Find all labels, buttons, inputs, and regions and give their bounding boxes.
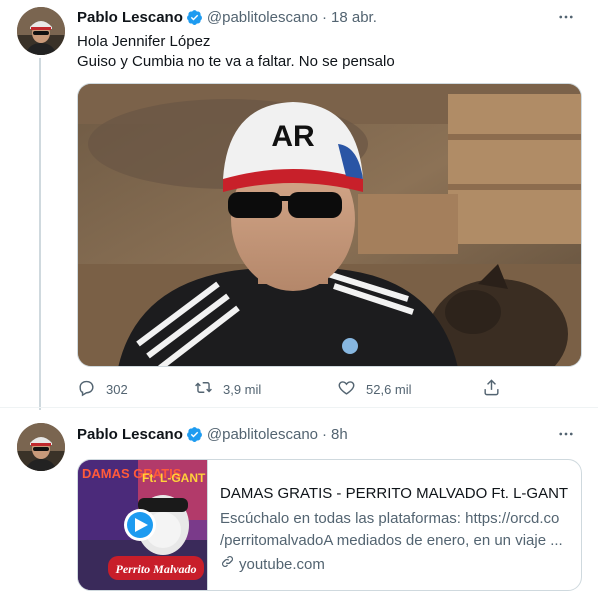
card-description-line: /perritomalvadoA mediados de enero, en u… <box>220 532 563 549</box>
tweet-timestamp[interactable]: 18 abr. <box>331 9 377 26</box>
author-handle[interactable]: @pablitolescano <box>207 426 318 443</box>
author-name[interactable]: Pablo Lescano <box>77 426 183 443</box>
like-button[interactable]: 52,6 mil <box>337 376 412 402</box>
thumb-banner-text: Perrito Malvado <box>116 562 197 576</box>
verified-badge-icon <box>186 9 203 26</box>
link-preview-card[interactable]: DAMAS GRATIS Ft. L-GANT Perrito Malvado … <box>77 459 582 591</box>
tweet-text: Hola Jennifer López Guiso y Cumbia no te… <box>77 32 395 72</box>
tweet-header: Pablo Lescano @pablitolescano · 18 abr. <box>77 7 578 27</box>
thumb-text-right: Ft. L-GANT <box>142 471 206 485</box>
reply-count: 302 <box>106 381 128 397</box>
card-description-line: Escúchalo en todas las plataformas: http… <box>220 510 560 527</box>
separator-dot: · <box>322 425 328 443</box>
separator-dot: · <box>322 8 328 26</box>
heart-icon <box>337 378 356 400</box>
avatar[interactable] <box>17 423 65 471</box>
tweet[interactable]: Pablo Lescano @pablitolescano · 18 abr. … <box>0 0 598 405</box>
card-description: Escúchalo en todas las plataformas: http… <box>220 508 569 552</box>
tweet[interactable]: Pablo Lescano @pablitolescano · 8h DAMAS… <box>0 410 598 595</box>
card-title[interactable]: DAMAS GRATIS - PERRITO MALVADO Ft. L-GAN… <box>220 484 569 504</box>
card-domain-text: youtube.com <box>239 555 325 573</box>
card-body[interactable]: DAMAS GRATIS - PERRITO MALVADO Ft. L-GAN… <box>220 484 569 575</box>
cap-logo-text: AR <box>271 120 315 153</box>
author-name[interactable]: Pablo Lescano <box>77 9 183 26</box>
tweet-photo[interactable]: AR <box>77 83 582 367</box>
tweet-text-line: Guiso y Cumbia no te va a faltar. No se … <box>77 53 395 70</box>
retweet-count: 3,9 mil <box>223 381 262 397</box>
more-dots-icon[interactable] <box>554 422 578 446</box>
tweet-timestamp[interactable]: 8h <box>331 426 348 443</box>
share-button[interactable] <box>482 376 501 402</box>
reply-button[interactable]: 302 <box>77 376 128 402</box>
like-count: 52,6 mil <box>366 381 412 397</box>
tweet-divider <box>0 407 598 408</box>
share-icon <box>482 378 501 400</box>
tweet-header: Pablo Lescano @pablitolescano · 8h <box>77 424 578 444</box>
card-domain: youtube.com <box>220 554 569 575</box>
card-thumbnail[interactable]: DAMAS GRATIS Ft. L-GANT Perrito Malvado <box>78 460 208 590</box>
reply-icon <box>77 378 96 400</box>
avatar[interactable] <box>17 7 65 55</box>
tweet-text-line: Hola Jennifer López <box>77 33 211 50</box>
retweet-button[interactable]: 3,9 mil <box>194 376 261 402</box>
more-dots-icon[interactable] <box>554 5 578 29</box>
retweet-icon <box>194 378 213 400</box>
tweet-actions: 302 3,9 mil 52,6 mil <box>77 376 507 402</box>
link-icon <box>220 554 239 575</box>
verified-badge-icon <box>186 426 203 443</box>
author-handle[interactable]: @pablitolescano <box>207 9 318 26</box>
